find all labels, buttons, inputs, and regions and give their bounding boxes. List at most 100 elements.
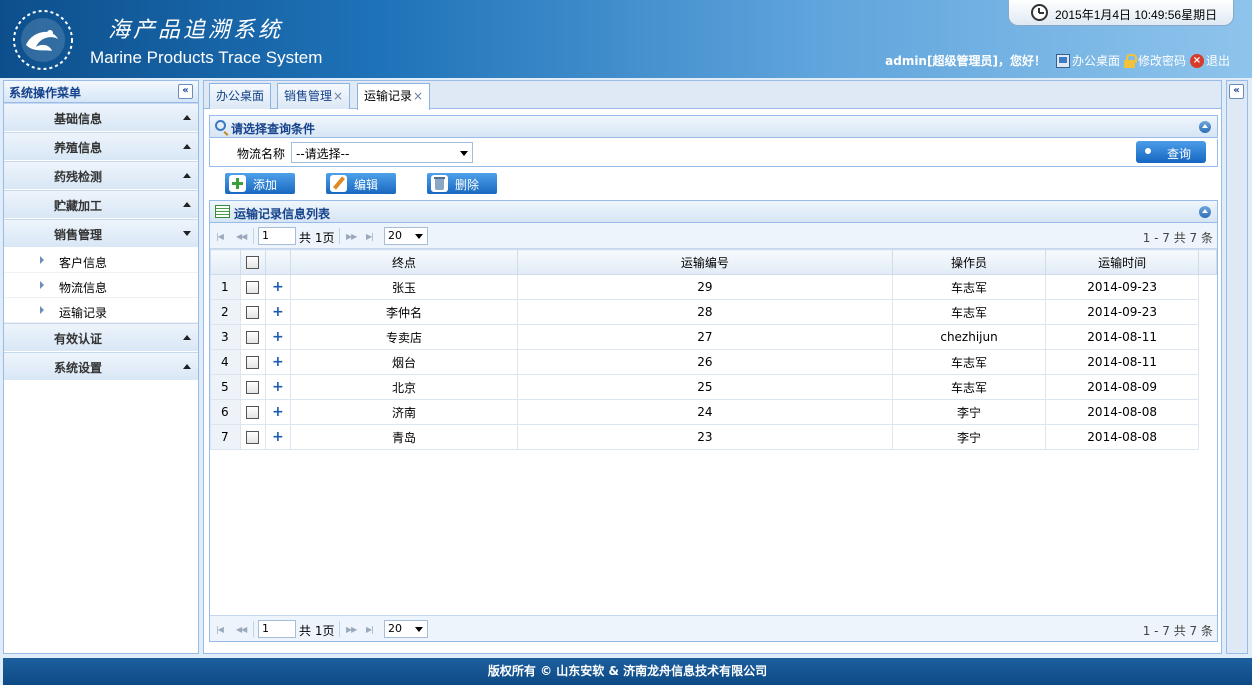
row-checkbox[interactable] bbox=[246, 281, 260, 294]
first-page-icon[interactable]: |◀ bbox=[216, 625, 224, 634]
next-page-icon[interactable]: ▶▶ bbox=[346, 625, 357, 634]
column-header-operator[interactable]: 操作员 bbox=[891, 249, 1047, 275]
desktop-link[interactable]: 办公桌面 bbox=[1055, 52, 1120, 69]
chevron-down-icon bbox=[183, 231, 191, 236]
tab-transport[interactable]: 运输记录× bbox=[357, 83, 431, 110]
column-header-destination[interactable]: 终点 bbox=[289, 249, 519, 275]
sidebar-item-customers[interactable]: 客户信息 bbox=[4, 248, 198, 273]
expand-icon[interactable]: + bbox=[272, 329, 284, 345]
expand-icon[interactable]: + bbox=[272, 379, 284, 395]
main-panel: 办公桌面 销售管理× 运输记录× 请选择查询条件 物流名称 --请选择-- 查询… bbox=[203, 80, 1222, 654]
row-expand-cell: + bbox=[264, 274, 291, 300]
change-password-link[interactable]: 修改密码 bbox=[1123, 52, 1186, 69]
table-row[interactable]: 3 + 专卖店 27 chezhijun 2014-08-11 bbox=[210, 324, 1217, 350]
expand-icon[interactable]: + bbox=[272, 304, 284, 320]
expand-right-button[interactable]: « bbox=[1229, 84, 1244, 99]
menu-section-basic[interactable]: 基础信息 bbox=[4, 103, 198, 132]
change-password-label: 修改密码 bbox=[1137, 54, 1186, 68]
records-table: 终点 运输编号 操作员 运输时间 1 + 张玉 29 车志军 2014-09-23 2 + 李仲… bbox=[210, 249, 1217, 450]
destination-cell: 张玉 bbox=[289, 274, 519, 300]
row-number-cell: 7 bbox=[210, 424, 241, 450]
user-greeting: admin[超级管理员]，您好！ bbox=[885, 54, 1046, 68]
row-expand-cell: + bbox=[264, 349, 291, 375]
row-select-cell bbox=[239, 374, 266, 400]
table-icon bbox=[215, 205, 230, 218]
page-number-input[interactable]: 1 bbox=[258, 227, 296, 245]
select-all-checkbox[interactable] bbox=[246, 256, 260, 269]
edit-button[interactable]: 编辑 bbox=[326, 173, 396, 194]
expand-icon[interactable]: + bbox=[272, 404, 284, 420]
row-checkbox[interactable] bbox=[246, 406, 260, 419]
last-page-icon[interactable]: ▶| bbox=[366, 232, 374, 241]
logistics-name-select[interactable]: --请选择-- bbox=[291, 142, 473, 163]
delete-button[interactable]: 删除 bbox=[427, 173, 497, 194]
menu-section-settings[interactable]: 系统设置 bbox=[4, 352, 198, 381]
transport-no-cell: 25 bbox=[517, 374, 893, 400]
transport-no-cell: 24 bbox=[517, 399, 893, 425]
row-checkbox[interactable] bbox=[246, 381, 260, 394]
last-page-icon[interactable]: ▶| bbox=[366, 625, 374, 634]
pager-divider bbox=[253, 228, 254, 244]
row-checkbox[interactable] bbox=[246, 331, 260, 344]
column-header-transport-no[interactable]: 运输编号 bbox=[517, 249, 893, 275]
sidebar-item-transport[interactable]: 运输记录 bbox=[4, 298, 198, 323]
menu-section-storage[interactable]: 贮藏加工 bbox=[4, 190, 198, 219]
menu-section-farming[interactable]: 养殖信息 bbox=[4, 132, 198, 161]
sidebar-item-logistics[interactable]: 物流信息 bbox=[4, 273, 198, 298]
table-row[interactable]: 6 + 济南 24 李宁 2014-08-08 bbox=[210, 399, 1217, 425]
page-size-select[interactable]: 20 bbox=[384, 227, 428, 245]
destination-cell: 济南 bbox=[289, 399, 519, 425]
next-page-icon[interactable]: ▶▶ bbox=[346, 232, 357, 241]
pager-top: |◀ ◀◀ 1 共 1页 ▶▶ ▶| 20 1 - 7 共 7 条 bbox=[210, 223, 1217, 249]
table-row[interactable]: 4 + 烟台 26 车志军 2014-08-11 bbox=[210, 349, 1217, 375]
collapse-panel-icon[interactable] bbox=[1199, 206, 1211, 218]
destination-cell: 青岛 bbox=[289, 424, 519, 450]
chevron-down-icon bbox=[415, 627, 423, 632]
close-icon[interactable]: × bbox=[333, 89, 343, 103]
table-row[interactable]: 2 + 李仲名 28 车志军 2014-09-23 bbox=[210, 299, 1217, 325]
menu-section-certification[interactable]: 有效认证 bbox=[4, 323, 198, 352]
expand-icon[interactable]: + bbox=[272, 279, 284, 295]
sidebar-item-label: 客户信息 bbox=[59, 256, 108, 270]
prev-page-icon[interactable]: ◀◀ bbox=[236, 232, 247, 241]
menu-section-sales[interactable]: 销售管理 bbox=[4, 219, 198, 248]
lock-icon bbox=[1123, 53, 1137, 68]
add-button[interactable]: 添加 bbox=[225, 173, 295, 194]
table-row[interactable]: 1 + 张玉 29 车志军 2014-09-23 bbox=[210, 274, 1217, 300]
query-button[interactable]: 查询 bbox=[1136, 141, 1206, 163]
search-icon bbox=[215, 120, 226, 131]
page-size-select[interactable]: 20 bbox=[384, 620, 428, 638]
column-header-transport-time[interactable]: 运输时间 bbox=[1045, 249, 1200, 275]
select-all-header bbox=[239, 249, 266, 275]
expand-icon[interactable]: + bbox=[272, 429, 284, 445]
row-number-cell: 2 bbox=[210, 299, 241, 325]
logistics-name-label: 物流名称 bbox=[237, 147, 286, 161]
menu-section-residue[interactable]: 药残检测 bbox=[4, 161, 198, 190]
close-icon[interactable]: × bbox=[413, 89, 423, 103]
collapse-panel-icon[interactable] bbox=[1199, 121, 1211, 133]
row-select-cell bbox=[239, 299, 266, 325]
pager-divider bbox=[339, 621, 340, 637]
table-row[interactable]: 7 + 青岛 23 李宁 2014-08-08 bbox=[210, 424, 1217, 450]
row-checkbox[interactable] bbox=[246, 356, 260, 369]
page-size-value: 20 bbox=[388, 622, 402, 635]
page-total-count: 1页 bbox=[314, 231, 335, 245]
row-checkbox[interactable] bbox=[246, 431, 260, 444]
chevron-up-icon bbox=[183, 202, 191, 207]
tab-desktop[interactable]: 办公桌面 bbox=[209, 83, 272, 109]
logout-link[interactable]: × 退出 bbox=[1189, 52, 1230, 69]
table-row[interactable]: 5 + 北京 25 车志军 2014-08-09 bbox=[210, 374, 1217, 400]
chevron-up-icon bbox=[183, 144, 191, 149]
collapse-left-button[interactable]: « bbox=[178, 84, 193, 99]
row-checkbox[interactable] bbox=[246, 306, 260, 319]
chevron-up-icon bbox=[183, 173, 191, 178]
first-page-icon[interactable]: |◀ bbox=[216, 232, 224, 241]
sidebar-header: 系统操作菜单 « bbox=[4, 81, 198, 103]
row-expand-cell: + bbox=[264, 324, 291, 350]
tab-sales[interactable]: 销售管理× bbox=[277, 83, 351, 109]
expand-icon[interactable]: + bbox=[272, 354, 284, 370]
prev-page-icon[interactable]: ◀◀ bbox=[236, 625, 247, 634]
chevron-up-icon bbox=[183, 115, 191, 120]
tab-label: 销售管理 bbox=[284, 89, 333, 103]
page-number-input[interactable]: 1 bbox=[258, 620, 296, 638]
